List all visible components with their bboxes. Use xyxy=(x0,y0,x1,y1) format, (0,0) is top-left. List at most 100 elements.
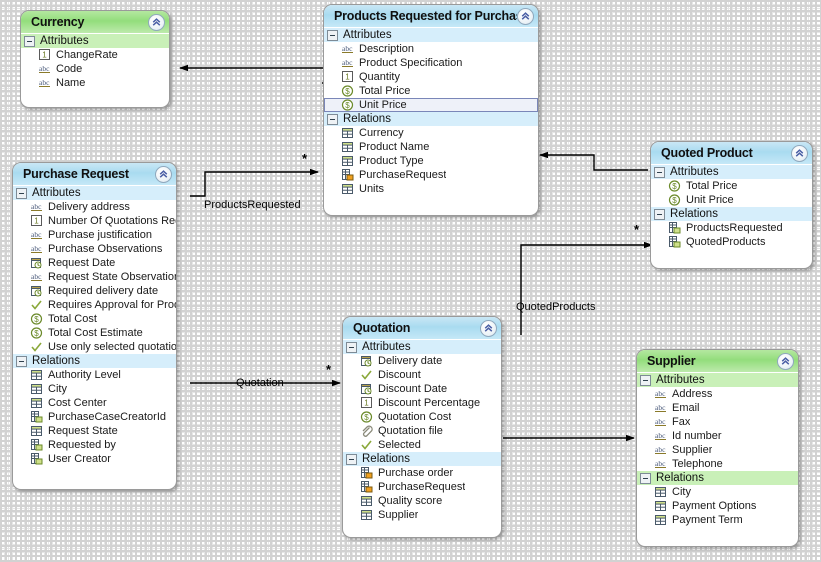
relation-row[interactable]: PurchaseRequest xyxy=(343,480,501,494)
section-attributes[interactable]: Attributes xyxy=(651,165,812,179)
attribute-row[interactable]: abc Product Specification xyxy=(324,56,538,70)
attribute-row[interactable]: abc Purchase Observations xyxy=(13,242,176,256)
relation-row[interactable]: PurchaseRequest xyxy=(324,168,538,182)
entity-quoted-product[interactable]: Quoted Product Attributes $ Total Price $… xyxy=(650,141,813,269)
relation-row[interactable]: Currency xyxy=(324,126,538,140)
attribute-row[interactable]: abc Supplier xyxy=(637,443,798,457)
relation-row[interactable]: Units xyxy=(324,182,538,196)
collapse-minus-icon[interactable] xyxy=(640,472,651,484)
relation-row[interactable]: Authority Level xyxy=(13,368,176,382)
text-icon: abc xyxy=(30,229,44,241)
attribute-row[interactable]: Required delivery date xyxy=(13,284,176,298)
entity-purchase-request[interactable]: Purchase Request Attributes abc Delivery … xyxy=(12,162,177,490)
section-attributes[interactable]: Attributes xyxy=(13,186,176,200)
collapse-minus-icon[interactable] xyxy=(346,341,357,353)
attribute-row[interactable]: $ Total Cost xyxy=(13,312,176,326)
collapse-minus-icon[interactable] xyxy=(16,187,27,199)
attribute-row[interactable]: Discount xyxy=(343,368,501,382)
collapse-minus-icon[interactable] xyxy=(327,113,338,125)
section-attributes[interactable]: Attributes xyxy=(324,28,538,42)
attribute-row-selected[interactable]: $ Unit Price xyxy=(324,98,538,112)
attribute-row[interactable]: Quotation file xyxy=(343,424,501,438)
entity-header[interactable]: Supplier xyxy=(637,350,798,373)
section-attributes[interactable]: Attributes xyxy=(637,373,798,387)
chevron-double-up-icon[interactable] xyxy=(148,13,165,31)
attribute-row[interactable]: Selected xyxy=(343,438,501,452)
attribute-row[interactable]: abc Delivery address xyxy=(13,200,176,214)
collapse-minus-icon[interactable] xyxy=(24,35,35,47)
collapse-minus-icon[interactable] xyxy=(640,374,651,386)
relation-row[interactable]: Cost Center xyxy=(13,396,176,410)
entity-header[interactable]: Quoted Product xyxy=(651,142,812,165)
entity-supplier[interactable]: Supplier Attributes abc Address abc Email … xyxy=(636,349,799,547)
attribute-row[interactable]: abc Purchase justification xyxy=(13,228,176,242)
attribute-row[interactable]: $ Unit Price xyxy=(651,193,812,207)
attribute-row[interactable]: abc Address xyxy=(637,387,798,401)
chevron-double-up-icon[interactable] xyxy=(155,165,172,183)
attribute-row[interactable]: Requires Approval for Products xyxy=(13,298,176,312)
chevron-double-up-icon[interactable] xyxy=(791,144,808,162)
relation-row[interactable]: City xyxy=(13,382,176,396)
collapse-minus-icon[interactable] xyxy=(346,453,357,465)
entity-products-requested-for-purchase[interactable]: Products Requested for Purchase Attribut… xyxy=(323,4,539,216)
entity-header[interactable]: Quotation xyxy=(343,317,501,340)
chevron-double-up-icon[interactable] xyxy=(480,319,497,337)
relation-row[interactable]: Requested by xyxy=(13,438,176,452)
entity-currency[interactable]: Currency Attributes 1 ChangeRate abc Cod… xyxy=(20,10,170,108)
attribute-row[interactable]: abc Description xyxy=(324,42,538,56)
attribute-row[interactable]: abc Id number xyxy=(637,429,798,443)
attribute-row[interactable]: Use only selected quotations xyxy=(13,340,176,354)
relation-row[interactable]: PurchaseCaseCreatorId xyxy=(13,410,176,424)
section-relations[interactable]: Relations xyxy=(637,471,798,485)
collapse-minus-icon[interactable] xyxy=(327,29,338,41)
relation-row[interactable]: Payment Options xyxy=(637,499,798,513)
collapse-minus-icon[interactable] xyxy=(654,208,665,220)
diagram-canvas[interactable]: ProductsRequested * QuotedProducts * Quo… xyxy=(0,0,821,562)
chevron-double-up-icon[interactable] xyxy=(517,7,534,25)
attribute-row[interactable]: abc Request State Observation xyxy=(13,270,176,284)
attribute-row[interactable]: abc Code xyxy=(21,62,169,76)
relation-row[interactable]: ProductsRequested xyxy=(651,221,812,235)
relation-row[interactable]: Request State xyxy=(13,424,176,438)
attribute-row[interactable]: 1 Number Of Quotations Require xyxy=(13,214,176,228)
attribute-row[interactable]: $ Total Price xyxy=(651,179,812,193)
attribute-row[interactable]: 1 Quantity xyxy=(324,70,538,84)
attribute-label: Delivery address xyxy=(48,201,130,213)
attribute-row[interactable]: abc Name xyxy=(21,76,169,90)
attribute-row[interactable]: Delivery date xyxy=(343,354,501,368)
entity-quotation[interactable]: Quotation Attributes Delivery date Disco… xyxy=(342,316,502,538)
section-attributes[interactable]: Attributes xyxy=(343,340,501,354)
section-relations[interactable]: Relations xyxy=(13,354,176,368)
relation-row[interactable]: Supplier xyxy=(343,508,501,522)
attribute-row[interactable]: $ Total Cost Estimate xyxy=(13,326,176,340)
section-relations[interactable]: Relations xyxy=(343,452,501,466)
collapse-minus-icon[interactable] xyxy=(654,166,665,178)
attribute-row[interactable]: Discount Date xyxy=(343,382,501,396)
entity-header[interactable]: Products Requested for Purchase xyxy=(324,5,538,28)
collapse-minus-icon[interactable] xyxy=(16,355,27,367)
attribute-row[interactable]: abc Email xyxy=(637,401,798,415)
entity-header[interactable]: Currency xyxy=(21,11,169,34)
attribute-row[interactable]: abc Fax xyxy=(637,415,798,429)
attribute-row[interactable]: 1 Discount Percentage xyxy=(343,396,501,410)
entity-ref-icon xyxy=(360,467,374,479)
attribute-row[interactable]: 1 ChangeRate xyxy=(21,48,169,62)
relation-row[interactable]: QuotedProducts xyxy=(651,235,812,249)
relation-row[interactable]: Purchase order xyxy=(343,466,501,480)
section-relations[interactable]: Relations xyxy=(324,112,538,126)
section-relations[interactable]: Relations xyxy=(651,207,812,221)
attribute-row[interactable]: $ Quotation Cost xyxy=(343,410,501,424)
relation-row[interactable]: Payment Term xyxy=(637,513,798,527)
entity-title: Currency xyxy=(31,15,85,29)
entity-header[interactable]: Purchase Request xyxy=(13,163,176,186)
relation-row[interactable]: Product Name xyxy=(324,140,538,154)
attribute-row[interactable]: abc Telephone xyxy=(637,457,798,471)
attribute-row[interactable]: Request Date xyxy=(13,256,176,270)
relation-row[interactable]: User Creator xyxy=(13,452,176,466)
attribute-row[interactable]: $ Total Price xyxy=(324,84,538,98)
relation-row[interactable]: Quality score xyxy=(343,494,501,508)
chevron-double-up-icon[interactable] xyxy=(777,352,794,370)
section-attributes[interactable]: Attributes xyxy=(21,34,169,48)
relation-row[interactable]: Product Type xyxy=(324,154,538,168)
relation-row[interactable]: City xyxy=(637,485,798,499)
